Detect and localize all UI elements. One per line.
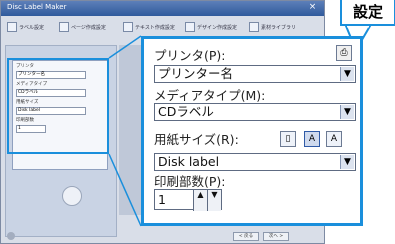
portrait-orientation-icon[interactable]: A — [304, 131, 320, 147]
copies-label: 印刷部数(P): — [154, 174, 226, 189]
next-button[interactable]: 次へ > — [263, 232, 289, 241]
toolbar-button-design[interactable]: デザイン作成設定 — [185, 19, 237, 35]
toolbar-button-text[interactable]: テキスト作成設定 — [123, 19, 175, 35]
printer-label: プリンタ(P): — [154, 48, 226, 63]
printer-icon: ⎙ — [336, 45, 352, 61]
toolbar-button-label-settings[interactable]: ラベル設定 — [7, 19, 44, 35]
back-button[interactable]: < 戻る — [233, 232, 259, 241]
toolbar: ラベル設定 ページ作成設定 テキスト作成設定 デザイン作成設定 素材ライブラリ — [3, 19, 321, 37]
media-type-value: CDラベル — [158, 104, 214, 119]
library-icon — [249, 22, 259, 32]
toolbar-button-label: ラベル設定 — [19, 24, 45, 31]
toolbar-button-label: テキスト作成設定 — [135, 24, 175, 31]
small-panel-highlight — [7, 58, 109, 154]
chevron-down-icon[interactable]: ▼ — [340, 105, 354, 119]
media-type-select[interactable]: CDラベル ▼ — [154, 103, 356, 121]
chevron-down-icon[interactable]: ▼ — [340, 155, 354, 169]
printer-select[interactable]: プリンター名 ▼ — [154, 65, 356, 83]
zoomed-settings-panel: プリンタ(P): ⎙ プリンター名 ▼ メディアタイプ(M): CDラベル ▼ … — [141, 36, 363, 226]
side-panel-bottom-options — [8, 216, 112, 236]
toolbar-button-label: デザイン作成設定 — [197, 24, 238, 31]
spin-down-icon[interactable]: ▼ — [207, 190, 221, 211]
copies-input[interactable]: 1 ▲ ▼ — [154, 189, 222, 211]
chevron-down-icon[interactable]: ▼ — [340, 67, 354, 81]
landscape-orientation-icon[interactable]: A — [326, 131, 342, 147]
toolbar-button-library[interactable]: 素材ライブラリ — [249, 19, 296, 35]
toolbar-button-label: 素材ライブラリ — [261, 24, 297, 31]
paper-size-value: Disk label — [158, 154, 220, 169]
spin-up-icon[interactable]: ▲ — [193, 190, 207, 211]
close-icon[interactable]: × — [307, 2, 318, 13]
title-bar: Disc Label Maker × — [1, 1, 324, 16]
paper-size-label: 用紙サイズ(R): — [154, 132, 239, 147]
copies-value: 1 — [158, 192, 166, 207]
disc-preview-icon — [62, 186, 82, 206]
paper-icon[interactable]: ▯ — [280, 131, 296, 147]
text-icon — [123, 22, 133, 32]
toolbar-button-page[interactable]: ページ作成設定 — [59, 19, 106, 35]
printer-value: プリンター名 — [158, 66, 234, 81]
label-icon — [7, 22, 17, 32]
media-type-label: メディアタイプ(M): — [154, 88, 266, 103]
window-title: Disc Label Maker — [7, 3, 67, 11]
toolbar-button-label: ページ作成設定 — [71, 24, 106, 31]
callout-label: 設定 — [340, 0, 395, 26]
design-icon — [185, 22, 195, 32]
page-icon — [59, 22, 69, 32]
paper-size-select[interactable]: Disk label ▼ — [154, 153, 356, 171]
status-icon — [7, 232, 15, 240]
